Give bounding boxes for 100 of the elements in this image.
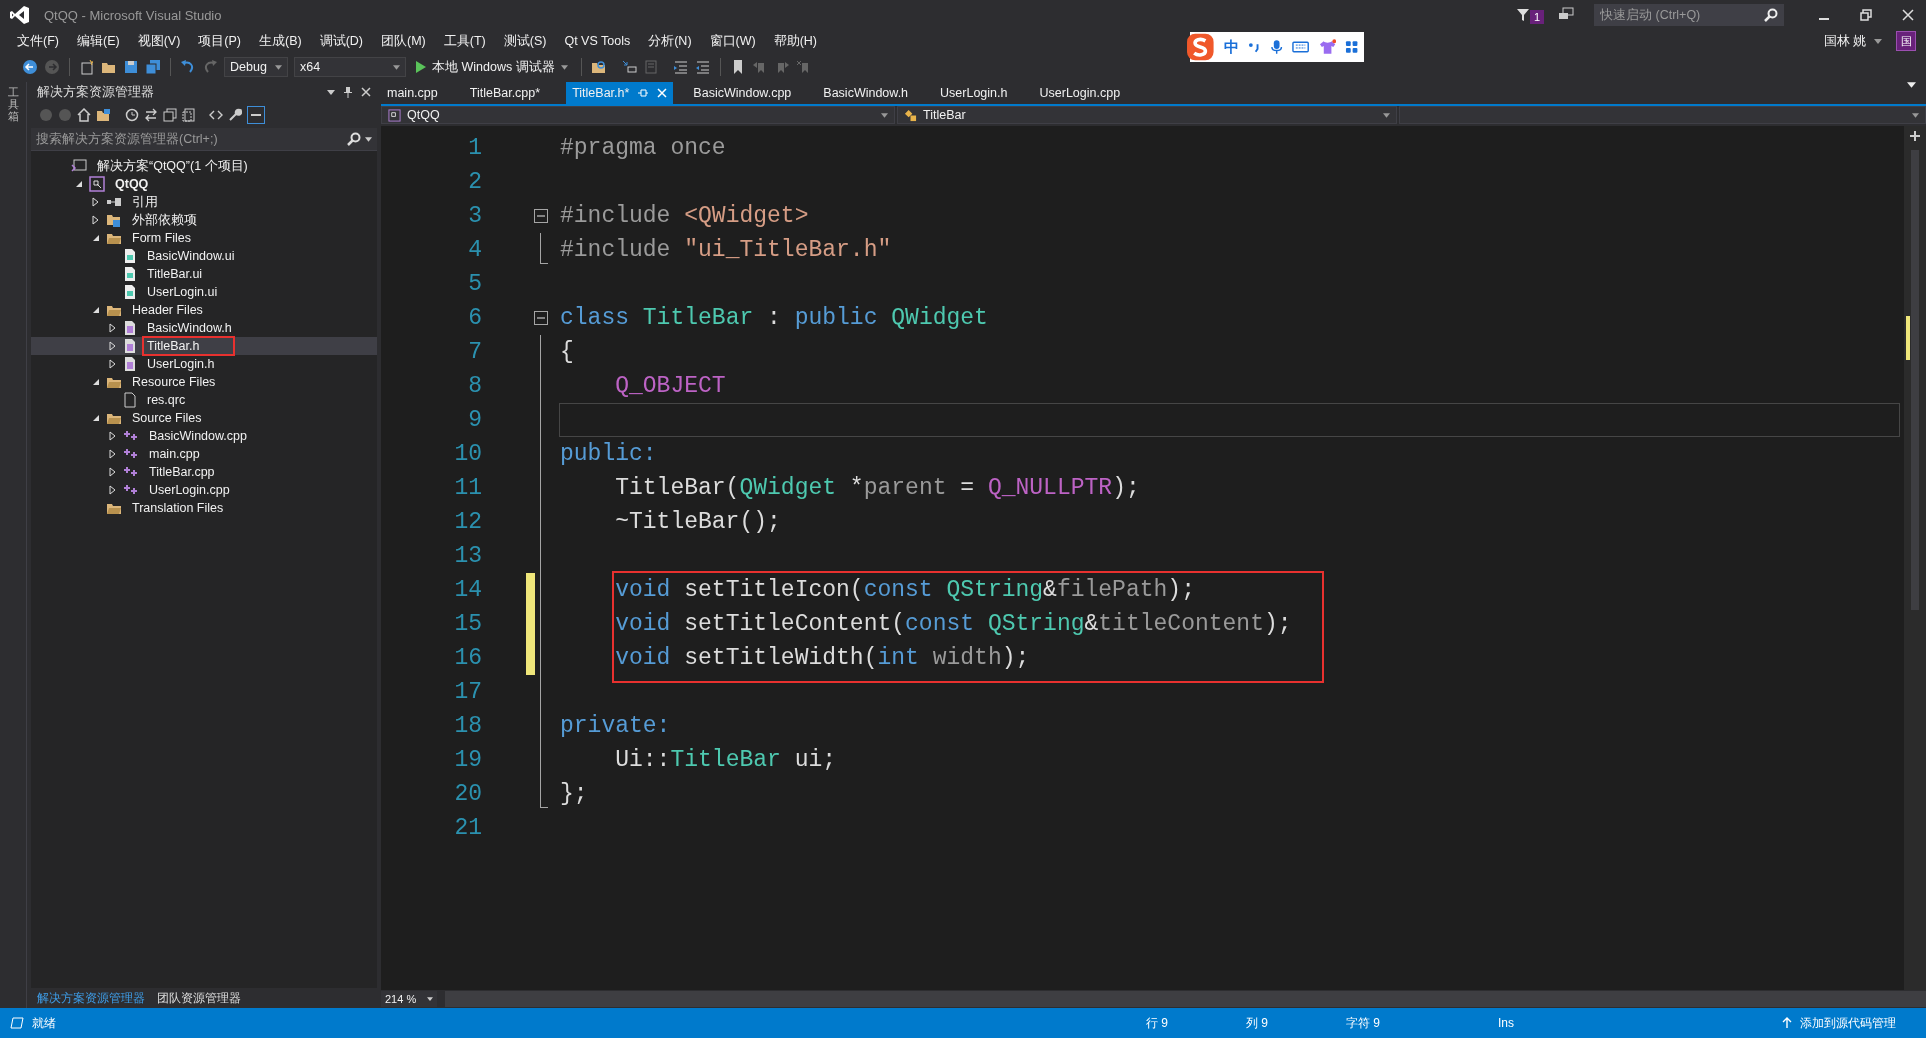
switch-views-icon[interactable] [96, 108, 112, 122]
menu-item[interactable]: 帮助(H) [764, 32, 827, 50]
tree-item[interactable]: QtQQ [31, 175, 377, 193]
platform-dropdown[interactable]: x64 [294, 57, 406, 77]
tree-item[interactable]: BasicWindow.cpp [31, 427, 377, 445]
expand-arrow-icon[interactable] [108, 359, 118, 369]
scope-dropdown[interactable]: TitleBar [897, 106, 1397, 124]
tree-item[interactable]: Form Files [31, 229, 377, 247]
expand-arrow-icon[interactable] [108, 431, 118, 441]
menu-item[interactable]: 生成(B) [250, 32, 311, 50]
menu-item[interactable]: 分析(N) [639, 32, 701, 50]
user-name[interactable]: 国林 姚 [1823, 32, 1866, 50]
expand-arrow-icon[interactable] [91, 215, 101, 225]
menu-item[interactable]: 视图(V) [128, 32, 190, 50]
collapse-arrow-icon[interactable] [91, 377, 101, 387]
menu-item[interactable]: 工具(T) [434, 32, 495, 50]
menu-item[interactable]: 文件(F) [8, 32, 68, 50]
vertical-scrollbar[interactable] [1904, 126, 1926, 990]
panel-tab[interactable]: 团队资源管理器 [151, 989, 247, 1007]
search-box[interactable]: 搜索解决方案资源管理器(Ctrl+;) [31, 128, 377, 151]
microphone-icon[interactable] [1269, 39, 1284, 55]
expand-arrow-icon[interactable] [108, 449, 118, 459]
sync-icon[interactable] [144, 108, 158, 122]
search-field[interactable]: 搜索解决方案资源管理器(Ctrl+;) [36, 132, 343, 146]
save-icon[interactable] [123, 59, 139, 75]
tree-item[interactable]: UserLogin.ui [31, 283, 377, 301]
panel-tab[interactable]: 解决方案资源管理器 [31, 989, 151, 1007]
close-icon[interactable] [1902, 9, 1914, 21]
tree-item[interactable]: Translation Files [31, 499, 377, 517]
output-icon[interactable] [10, 1017, 24, 1029]
zoom-dropdown[interactable]: 214 % [381, 991, 437, 1007]
menu-item[interactable]: Qt VS Tools [555, 34, 640, 48]
tree-item[interactable]: TitleBar.ui [31, 265, 377, 283]
expand-arrow-icon[interactable] [91, 197, 101, 207]
tab-list-icon[interactable] [1907, 82, 1916, 88]
document-tab[interactable]: UserLogin.cpp [1033, 82, 1147, 104]
preview-toggle-icon[interactable] [247, 106, 265, 124]
tree-item[interactable]: Source Files [31, 409, 377, 427]
undo-icon[interactable] [180, 59, 196, 75]
grid-icon[interactable] [1344, 40, 1359, 54]
collapse-arrow-icon[interactable] [91, 233, 101, 243]
menu-item[interactable]: 调试(D) [310, 32, 372, 50]
tree-item[interactable]: UserLogin.cpp [31, 481, 377, 499]
tree-item[interactable]: Header Files [31, 301, 377, 319]
scrollbar-thumb[interactable] [1911, 150, 1919, 610]
notification-count[interactable]: 1 [1529, 10, 1544, 24]
close-icon[interactable] [361, 87, 371, 97]
history-icon[interactable] [125, 108, 139, 122]
tree-item[interactable]: 外部依赖项 [31, 211, 377, 229]
quick-launch-field[interactable]: 快速启动 (Ctrl+Q) [1594, 4, 1784, 26]
project-dropdown[interactable]: QtQQ [381, 106, 895, 124]
menu-item[interactable]: 测试(S) [494, 32, 556, 50]
tree-item[interactable]: res.qrc [31, 391, 377, 409]
menu-item[interactable]: 编辑(E) [67, 32, 129, 50]
expand-arrow-icon[interactable] [108, 341, 118, 351]
horizontal-scrollbar[interactable] [445, 991, 1926, 1007]
punctuation-icon[interactable] [1247, 40, 1261, 54]
new-project-icon[interactable] [79, 59, 95, 75]
back-icon[interactable] [22, 59, 38, 75]
tree-item[interactable]: 解决方案“QtQQ”(1 个项目) [31, 157, 377, 175]
toolbox-tab[interactable]: 工具箱 [7, 86, 19, 1008]
outdent-icon[interactable] [672, 59, 689, 75]
redo-icon[interactable] [202, 59, 218, 75]
collapse-arrow-icon[interactable] [91, 305, 101, 315]
document-tab[interactable]: BasicWindow.h [817, 82, 935, 104]
step-icon[interactable] [620, 59, 637, 75]
save-all-icon[interactable] [145, 59, 161, 75]
tree-item[interactable]: TitleBar.cpp [31, 463, 377, 481]
find-in-files-icon[interactable] [590, 59, 607, 75]
tree-item[interactable]: BasicWindow.ui [31, 247, 377, 265]
tree-item[interactable]: TitleBar.h [31, 337, 377, 355]
caret-icon[interactable] [365, 136, 372, 142]
document-tab[interactable]: UserLogin.h [934, 82, 1034, 104]
collapse-arrow-icon[interactable] [74, 179, 84, 189]
document-tab[interactable]: main.cpp [381, 82, 464, 104]
indent-icon[interactable] [694, 59, 711, 75]
menu-item[interactable]: 团队(M) [372, 32, 435, 50]
user-avatar[interactable]: 国 [1896, 31, 1916, 51]
tree-item[interactable]: BasicWindow.h [31, 319, 377, 337]
expand-arrow-icon[interactable] [108, 467, 118, 477]
shirt-icon[interactable] [1318, 39, 1336, 55]
tree-item[interactable]: 引用 [31, 193, 377, 211]
menu-item[interactable]: 窗口(W) [700, 32, 765, 50]
show-all-files-icon[interactable] [182, 108, 196, 122]
view-code-icon[interactable] [209, 108, 223, 122]
tree-item[interactable]: main.cpp [31, 445, 377, 463]
split-icon[interactable] [1909, 130, 1921, 142]
caret-icon[interactable] [327, 89, 335, 95]
filter-icon[interactable] [1515, 8, 1530, 22]
wrench-icon[interactable] [228, 108, 242, 122]
collapse-all-icon[interactable] [163, 108, 177, 122]
document-tab[interactable]: BasicWindow.cpp [687, 82, 818, 104]
expand-arrow-icon[interactable] [108, 323, 118, 333]
pin-icon[interactable] [343, 86, 353, 98]
tree-item[interactable]: UserLogin.h [31, 355, 377, 373]
source-control-link[interactable]: 添加到源代码管理 [1800, 1014, 1896, 1032]
configuration-dropdown[interactable]: Debug [224, 57, 288, 77]
menu-item[interactable]: 项目(P) [189, 32, 250, 50]
keyboard-icon[interactable] [1292, 41, 1310, 53]
collapse-arrow-icon[interactable] [91, 413, 101, 423]
